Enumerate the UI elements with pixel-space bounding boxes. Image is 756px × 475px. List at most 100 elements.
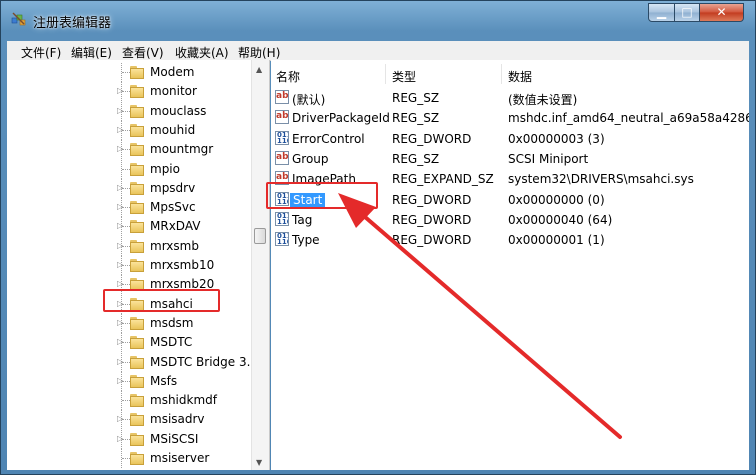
- menu-file[interactable]: 文件(F): [21, 44, 61, 61]
- tree-item-label: Modem: [150, 65, 195, 79]
- column-divider[interactable]: [501, 64, 502, 84]
- tree-item[interactable]: msiserver: [7, 449, 247, 468]
- expand-arrow-icon[interactable]: ▷: [117, 221, 125, 231]
- column-header-data[interactable]: 数据: [508, 68, 532, 85]
- tree-item[interactable]: ▷ MRxDAV: [7, 217, 247, 237]
- value-row[interactable]: 011110ErrorControl REG_DWORD 0x00000003 (3…: [271, 129, 749, 149]
- string-value-icon: ab: [275, 90, 289, 104]
- value-type: REG_EXPAND_SZ: [392, 172, 494, 187]
- expand-arrow-icon[interactable]: ▷: [117, 434, 125, 444]
- tree-item-label: MSiSCSI: [150, 431, 199, 446]
- expand-arrow-icon[interactable]: ▷: [117, 376, 125, 386]
- value-name: ErrorControl: [292, 131, 365, 146]
- tree-item-label: Msfs: [150, 373, 178, 388]
- value-data: 0x00000040 (64): [508, 212, 613, 227]
- value-row[interactable]: ab (默认) REG_SZ (数值未设置): [271, 88, 749, 108]
- scroll-down-arrow-icon[interactable]: ▼: [256, 458, 262, 467]
- tree-item[interactable]: ▷ MpsSvc: [7, 198, 247, 218]
- column-header-type[interactable]: 类型: [392, 68, 416, 85]
- value-type: REG_DWORD: [392, 212, 472, 227]
- folder-icon: [130, 66, 146, 79]
- tree-item[interactable]: ▷ mrxsmb10: [7, 256, 247, 275]
- menu-view[interactable]: 查看(V): [122, 44, 164, 61]
- expand-arrow-icon[interactable]: ▷: [117, 106, 125, 116]
- tree-item[interactable]: Modem: [7, 63, 247, 82]
- expand-arrow-icon[interactable]: ▷: [117, 183, 125, 193]
- tree-item-label: mpsdrv: [150, 180, 196, 195]
- value-name: Group: [292, 151, 329, 166]
- tree-item[interactable]: ▷ mouhid: [7, 120, 247, 140]
- expand-arrow-icon[interactable]: ▷: [117, 414, 125, 424]
- tree-item[interactable]: ▷ monitor: [7, 82, 247, 102]
- folder-icon: [130, 336, 146, 350]
- expand-arrow-icon[interactable]: ▷: [117, 279, 125, 289]
- value-data: system32\DRIVERS\msahci.sys: [508, 172, 694, 187]
- tree-item-label: mouclass: [150, 103, 207, 118]
- folder-icon: [130, 181, 146, 195]
- value-row[interactable]: 011110Tag REG_DWORD 0x00000040 (64): [271, 210, 749, 230]
- menu-bar: 文件(F) 编辑(E) 查看(V) 收藏夹(A) 帮助(H): [7, 41, 749, 61]
- expand-arrow-icon[interactable]: ▷: [117, 144, 125, 154]
- tree-item-label: mrxsmb: [150, 238, 199, 253]
- expand-arrow-icon[interactable]: ▷: [117, 202, 125, 212]
- minimize-button[interactable]: ▁: [648, 3, 675, 22]
- tree-item-label: mrxsmb10: [150, 258, 215, 272]
- values-pane[interactable]: 名称 类型 数据 ab (默认) REG_SZ (数值未设置) ab DriverPack…: [271, 60, 749, 470]
- key-tree-pane[interactable]: Modem ▷ monitor ▷ mouclass ▷ mouhid ▷ mountmgr mp…: [7, 60, 270, 470]
- tree-guide-line: [122, 400, 130, 402]
- tree-item[interactable]: ▷ msdsm: [7, 313, 247, 333]
- tree-item[interactable]: ▷ mouclass: [7, 101, 247, 121]
- tree-item[interactable]: ▷ MSiSCSI: [7, 429, 247, 449]
- value-data: (数值未设置): [508, 93, 578, 107]
- expand-arrow-icon[interactable]: ▷: [117, 357, 125, 367]
- close-button[interactable]: ✕: [699, 3, 744, 22]
- tree-item[interactable]: ▷ MSDTC: [7, 333, 247, 353]
- tree-item[interactable]: mpio: [7, 159, 247, 179]
- value-name: Type: [292, 233, 320, 248]
- tree-item-label: mshidkmdf: [150, 393, 217, 408]
- column-divider[interactable]: [385, 64, 386, 84]
- maximize-button[interactable]: □: [674, 3, 700, 22]
- registry-editor-window: 注册表编辑器 ▁ □ ✕ 文件(F) 编辑(E) 查看(V) 收藏夹(A) 帮助…: [0, 0, 756, 475]
- values-header: 名称 类型 数据: [271, 60, 749, 86]
- value-row[interactable]: ab Group REG_SZ SCSI Miniport: [271, 149, 749, 169]
- title-bar[interactable]: 注册表编辑器 ▁ □ ✕: [1, 1, 755, 37]
- menu-favorites[interactable]: 收藏夹(A): [175, 44, 229, 61]
- tree-item-label: mpio: [150, 161, 180, 176]
- tree-item[interactable]: ▷ MSDTC Bridge 3.: [7, 352, 250, 372]
- expand-arrow-icon[interactable]: ▷: [117, 86, 125, 96]
- tree-item[interactable]: ▷ msisadrv: [7, 410, 247, 430]
- tree-item[interactable]: ▷ Msfs: [7, 371, 247, 391]
- value-row[interactable]: ab DriverPackageId REG_SZ mshdc.inf_amd64_n…: [271, 108, 749, 128]
- tree-item-label: mouhid: [150, 122, 196, 137]
- folder-icon: [130, 239, 146, 253]
- value-row[interactable]: 011110Type REG_DWORD 0x00000001 (1): [271, 230, 749, 250]
- column-header-name[interactable]: 名称: [276, 68, 300, 85]
- value-type: REG_DWORD: [392, 131, 472, 146]
- value-type: REG_DWORD: [392, 192, 472, 207]
- folder-icon: [130, 355, 146, 369]
- tree-item-label: msdsm: [150, 315, 194, 330]
- expand-arrow-icon[interactable]: ▷: [117, 260, 125, 270]
- dword-value-icon: 011110: [275, 232, 289, 247]
- menu-help[interactable]: 帮助(H): [238, 44, 280, 61]
- scroll-up-arrow-icon[interactable]: ▲: [256, 65, 262, 74]
- expand-arrow-icon[interactable]: ▷: [117, 318, 125, 328]
- folder-icon: [130, 432, 146, 446]
- expand-arrow-icon[interactable]: ▷: [117, 241, 125, 251]
- tree-item[interactable]: mshidkmdf: [7, 391, 247, 411]
- value-data: SCSI Miniport: [508, 151, 589, 166]
- tree-guide-line: [122, 72, 130, 74]
- tree-item[interactable]: ▷ mpsdrv: [7, 178, 247, 198]
- value-name: DriverPackageId: [292, 111, 390, 126]
- tree-vertical-scrollbar[interactable]: ▲ ▼: [251, 60, 269, 470]
- folder-icon: [130, 374, 146, 388]
- menu-edit[interactable]: 编辑(E): [71, 44, 112, 61]
- expand-arrow-icon[interactable]: ▷: [117, 337, 125, 347]
- value-data: 0x00000003 (3): [508, 131, 605, 146]
- tree-item[interactable]: ▷ mountmgr: [7, 140, 247, 160]
- expand-arrow-icon[interactable]: ▷: [117, 125, 125, 135]
- tree-item[interactable]: ▷ mrxsmb: [7, 236, 247, 256]
- scroll-thumb[interactable]: [254, 228, 266, 244]
- folder-icon: [130, 104, 146, 118]
